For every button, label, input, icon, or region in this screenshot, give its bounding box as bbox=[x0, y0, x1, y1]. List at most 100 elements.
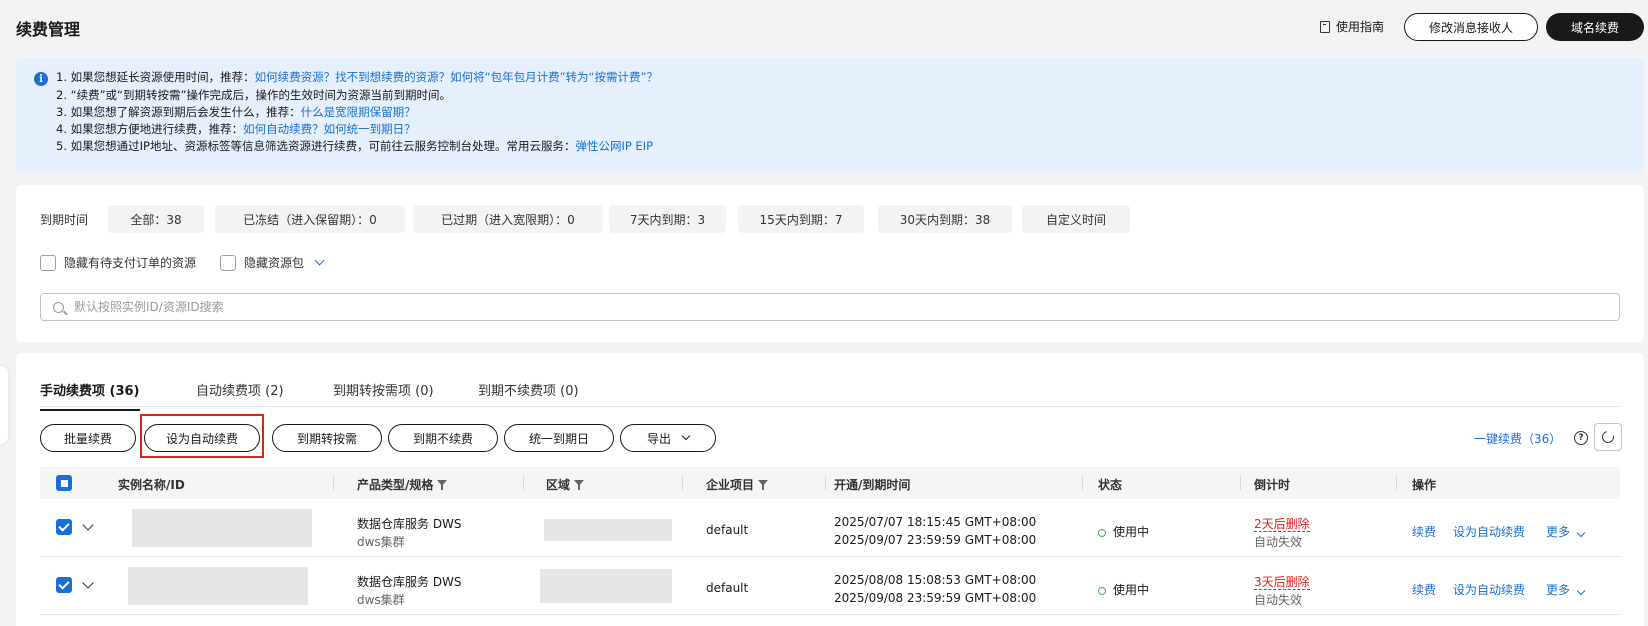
page-title: 续费管理 bbox=[16, 20, 81, 39]
countdown-sub: 自动失效 bbox=[1254, 535, 1303, 549]
th-project[interactable]: 企业项目 bbox=[706, 476, 769, 493]
user-guide-label: 使用指南 bbox=[1336, 20, 1385, 34]
countdown: 3天后删除 bbox=[1254, 573, 1310, 590]
column-divider bbox=[1082, 476, 1083, 490]
th-region-label: 区域 bbox=[546, 478, 571, 492]
renew-link[interactable]: 续费 bbox=[1412, 523, 1436, 540]
batch-renew-button[interactable]: 批量续费 bbox=[40, 424, 136, 452]
hide-package-option[interactable]: 隐藏资源包 bbox=[220, 254, 325, 271]
enterprise-project: default bbox=[706, 523, 749, 537]
eip-link[interactable]: 弹性公网IP EIP bbox=[575, 139, 653, 153]
renewal-list-panel: 手动续费项 (36) 自动续费项 (2) 到期转按需项 (0) 到期不续费项 (… bbox=[16, 353, 1644, 626]
info-line-5: 5. 如果您想通过IP地址、资源标签等信息筛选资源进行续费，可前往云服务控制台处… bbox=[56, 138, 653, 154]
product-spec: dws集群 bbox=[357, 535, 405, 549]
export-button[interactable]: 导出 bbox=[620, 424, 716, 452]
row-checkbox[interactable] bbox=[56, 577, 72, 593]
tab-to-ondemand[interactable]: 到期转按需项 (0) bbox=[333, 380, 434, 399]
one-click-renew-link[interactable]: 一键续费（36） bbox=[1474, 430, 1561, 447]
status-text: 使用中 bbox=[1113, 525, 1150, 539]
chevron-down-icon bbox=[1576, 528, 1586, 538]
product-name: 数据仓库服务 DWS bbox=[357, 575, 462, 589]
chip-all[interactable]: 全部：38 bbox=[108, 205, 204, 233]
column-divider bbox=[825, 476, 826, 490]
search-input[interactable] bbox=[74, 300, 1574, 314]
chip-7days[interactable]: 7天内到期：3 bbox=[609, 205, 726, 233]
renew-link[interactable]: 续费 bbox=[1412, 581, 1436, 598]
help-icon[interactable]: ? bbox=[1574, 431, 1588, 445]
no-renew-button[interactable]: 到期不续费 bbox=[388, 424, 498, 452]
hide-pending-orders-option[interactable]: 隐藏有待支付订单的资源 bbox=[40, 254, 196, 271]
filter-icon[interactable] bbox=[758, 479, 769, 490]
chevron-down-icon bbox=[681, 431, 691, 441]
filter-panel: 到期时间 全部：38 已冻结（进入保留期）：0 已过期（进入宽限期）：0 7天内… bbox=[16, 185, 1644, 342]
hide-package-checkbox[interactable] bbox=[220, 254, 236, 271]
column-divider bbox=[333, 476, 334, 490]
auto-renew-help-link[interactable]: 如何自动续费？如何统一到期日？ bbox=[243, 122, 416, 136]
more-menu[interactable]: 更多 bbox=[1546, 523, 1586, 540]
info-line-1: 1. 如果您想延长资源使用时间，推荐：如何续费资源？找不到想续费的资源？如何将“… bbox=[56, 69, 658, 85]
th-status: 状态 bbox=[1098, 478, 1123, 492]
enterprise-project: default bbox=[706, 581, 749, 595]
chevron-down-icon[interactable] bbox=[314, 255, 325, 266]
set-auto-renew-link[interactable]: 设为自动续费 bbox=[1453, 581, 1525, 598]
search-icon bbox=[53, 301, 64, 313]
info-line-4: 4. 如果您想方便地进行续费，推荐：如何自动续费？如何统一到期日？ bbox=[56, 121, 416, 137]
th-time: 开通/到期时间 bbox=[834, 478, 911, 492]
tab-auto-renew[interactable]: 自动续费项 (2) bbox=[196, 380, 284, 399]
chip-expired[interactable]: 已过期（进入宽限期）：0 bbox=[413, 205, 603, 233]
tab-bar: 手动续费项 (36) 自动续费项 (2) 到期转按需项 (0) 到期不续费项 (… bbox=[40, 353, 1620, 411]
to-ondemand-button[interactable]: 到期转按需 bbox=[272, 424, 382, 452]
expire-time: 2025/09/08 23:59:59 GMT+08:00 bbox=[834, 591, 1037, 605]
grace-period-link[interactable]: 什么是宽限期保留期？ bbox=[301, 105, 416, 119]
info-icon: i bbox=[34, 72, 48, 86]
unify-date-button[interactable]: 统一到期日 bbox=[504, 424, 614, 452]
select-all-checkbox[interactable] bbox=[56, 475, 72, 491]
info-line-5-text: 5. 如果您想通过IP地址、资源标签等信息筛选资源进行续费，可前往云服务控制台处… bbox=[56, 139, 576, 153]
redacted-region bbox=[544, 519, 672, 541]
search-box[interactable] bbox=[40, 293, 1620, 321]
open-time: 2025/08/08 15:08:53 GMT+08:00 bbox=[834, 573, 1037, 587]
expire-time: 2025/09/07 23:59:59 GMT+08:00 bbox=[834, 533, 1037, 547]
filter-icon[interactable] bbox=[574, 479, 585, 490]
countdown-text: 2天后删除 bbox=[1254, 517, 1310, 532]
export-label: 导出 bbox=[646, 431, 671, 446]
th-product-label: 产品类型/规格 bbox=[357, 478, 434, 492]
chip-custom-time[interactable]: 自定义时间 bbox=[1022, 205, 1130, 233]
refresh-button[interactable] bbox=[1594, 423, 1622, 451]
set-auto-renew-link[interactable]: 设为自动续费 bbox=[1453, 523, 1525, 540]
product-name: 数据仓库服务 DWS bbox=[357, 517, 462, 531]
countdown: 2天后删除 bbox=[1254, 515, 1310, 532]
renew-help-link[interactable]: 如何续费资源？找不到想续费的资源？如何将“包年包月计费”转为“按需计费”？ bbox=[255, 70, 658, 84]
chip-frozen[interactable]: 已冻结（进入保留期）：0 bbox=[215, 205, 405, 233]
tab-no-renew[interactable]: 到期不续费项 (0) bbox=[478, 380, 579, 399]
more-menu[interactable]: 更多 bbox=[1546, 581, 1586, 598]
chip-15days[interactable]: 15天内到期：7 bbox=[738, 205, 864, 233]
hide-pending-label: 隐藏有待支付订单的资源 bbox=[64, 256, 197, 270]
info-line-1-text: 1. 如果您想延长资源使用时间，推荐： bbox=[56, 70, 255, 84]
open-time: 2025/07/07 18:15:45 GMT+08:00 bbox=[834, 515, 1037, 529]
redacted-instance-name bbox=[128, 567, 308, 605]
column-divider bbox=[523, 476, 524, 490]
countdown-sub: 自动失效 bbox=[1254, 593, 1303, 607]
status-badge: 使用中 bbox=[1098, 581, 1149, 598]
sidebar-collapse-handle[interactable] bbox=[0, 366, 8, 444]
th-product[interactable]: 产品类型/规格 bbox=[357, 476, 448, 493]
info-notice: i 1. 如果您想延长资源使用时间，推荐：如何续费资源？找不到想续费的资源？如何… bbox=[16, 58, 1644, 172]
chip-30days[interactable]: 30天内到期：38 bbox=[878, 205, 1012, 233]
chevron-down-icon[interactable] bbox=[82, 519, 94, 531]
refresh-icon bbox=[1599, 428, 1617, 446]
chevron-down-icon[interactable] bbox=[82, 577, 94, 589]
th-region[interactable]: 区域 bbox=[546, 476, 585, 493]
filter-icon[interactable] bbox=[437, 479, 448, 490]
table-row: 数据仓库服务 DWS dws集群 default 2025/07/07 18:1… bbox=[40, 499, 1620, 557]
th-operations: 操作 bbox=[1412, 478, 1437, 492]
th-project-label: 企业项目 bbox=[706, 478, 755, 492]
tab-manual-renew[interactable]: 手动续费项 (36) bbox=[40, 380, 140, 411]
modify-receiver-button[interactable]: 修改消息接收人 bbox=[1404, 13, 1538, 41]
hide-pending-checkbox[interactable] bbox=[40, 254, 56, 271]
user-guide-link[interactable]: 使用指南 bbox=[1320, 18, 1384, 35]
countdown-text: 3天后删除 bbox=[1254, 575, 1310, 590]
row-checkbox[interactable] bbox=[56, 519, 72, 535]
domain-renew-button[interactable]: 域名续费 bbox=[1546, 13, 1644, 41]
more-label: 更多 bbox=[1546, 583, 1571, 597]
